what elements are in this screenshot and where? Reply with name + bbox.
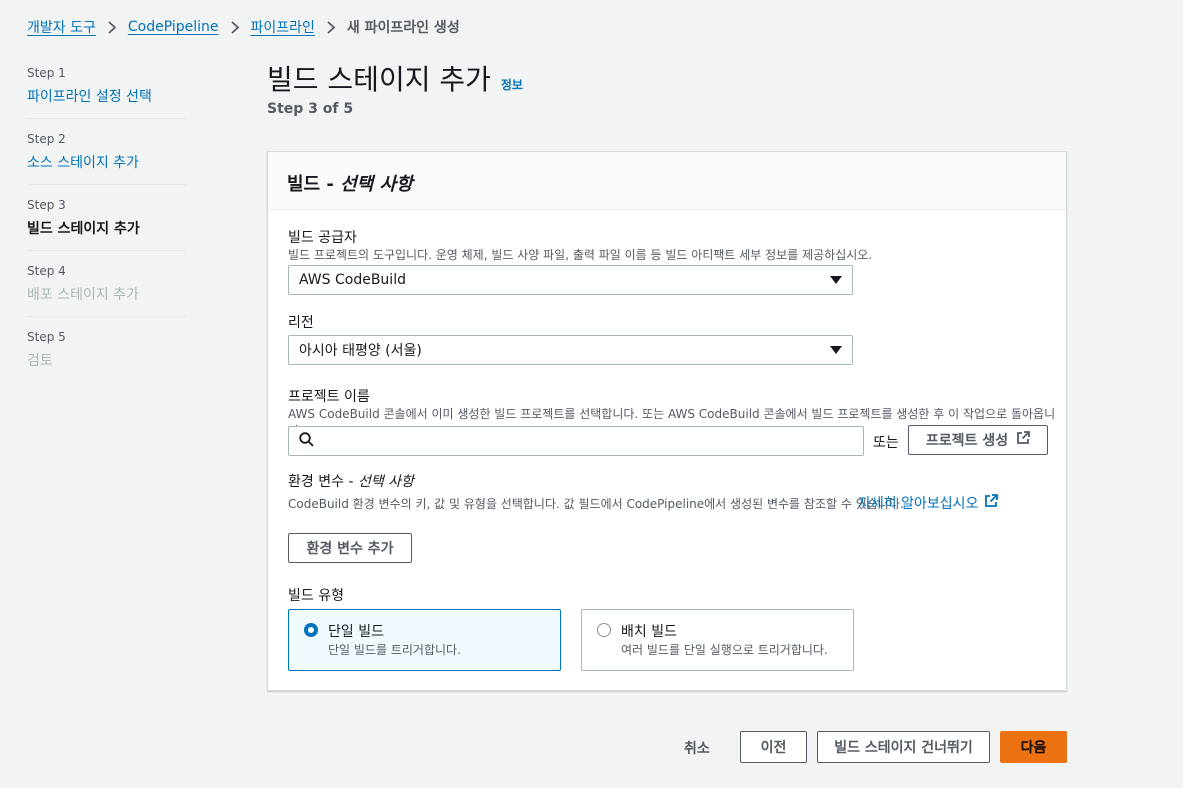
chevron-right-icon [315, 20, 347, 34]
search-icon [299, 431, 314, 451]
radio-unselected[interactable] [597, 623, 611, 637]
panel-title-optional: 선택 사항 [340, 174, 413, 195]
breadcrumb-pipelines[interactable]: 파이프라인 [251, 17, 315, 37]
cancel-button[interactable]: 취소 [684, 738, 710, 758]
panel-header: 빌드 - 선택 사항 [268, 152, 1066, 210]
skip-build-stage-button[interactable]: 빌드 스테이지 건너뛰기 [817, 731, 990, 763]
single-build-description: 단일 빌드를 트리거합니다. [328, 643, 461, 657]
panel-title: 빌드 - [287, 174, 341, 195]
previous-button[interactable]: 이전 [740, 731, 807, 763]
region-value: 아시아 태평양 (서울) [299, 343, 422, 359]
create-project-label: 프로젝트 생성 [925, 433, 1009, 449]
step-label-review: 검토 [27, 353, 53, 369]
radio-selected[interactable] [304, 623, 318, 637]
wizard-step-3: Step 3 빌드 스테이지 추가 [27, 198, 186, 251]
single-build-title: 단일 빌드 [328, 624, 384, 640]
project-name-label: 프로젝트 이름 [288, 389, 370, 405]
batch-build-description: 여러 빌드를 단일 실행으로 트리거합니다. [621, 643, 828, 657]
external-link-icon [1016, 431, 1030, 449]
step-number: Step 1 [27, 66, 66, 80]
learn-more-link[interactable]: 자세히 알아보십시오 [858, 493, 999, 513]
region-label: 리전 [288, 315, 314, 331]
chevron-right-icon [219, 20, 251, 34]
build-type-batch-tile[interactable]: 배치 빌드 여러 빌드를 단일 실행으로 트리거합니다. [581, 609, 854, 671]
build-provider-description: 빌드 프로젝트의 도구입니다. 운영 체제, 빌드 사양 파일, 출력 파일 이… [288, 248, 873, 262]
env-vars-description: CodeBuild 환경 변수의 키, 값 및 유형을 선택합니다. 값 필드에… [288, 497, 904, 511]
breadcrumb-codepipeline[interactable]: CodePipeline [128, 19, 219, 35]
wizard-steps: Step 1 파이프라인 설정 선택 Step 2 소스 스테이지 추가 Ste… [27, 66, 186, 395]
or-text: 또는 [873, 435, 899, 451]
step-number: Step 2 [27, 132, 66, 146]
external-link-icon [984, 494, 999, 512]
step-link-source-stage[interactable]: 소스 스테이지 추가 [27, 155, 139, 171]
breadcrumb: 개발자 도구 CodePipeline 파이프라인 새 파이프라인 생성 [27, 17, 460, 37]
step-number: Step 5 [27, 330, 66, 344]
step-label-build-stage: 빌드 스테이지 추가 [27, 221, 140, 237]
batch-build-title: 배치 빌드 [621, 624, 677, 640]
create-project-button[interactable]: 프로젝트 생성 [908, 425, 1048, 455]
env-vars-label-optional: 선택 사항 [357, 474, 414, 490]
caret-down-icon [830, 273, 842, 287]
info-link[interactable]: 정보 [501, 76, 523, 93]
step-number: Step 4 [27, 264, 66, 278]
page-header: 빌드 스테이지 추가 정보 [267, 58, 523, 98]
caret-down-icon [830, 343, 842, 357]
chevron-right-icon [96, 20, 128, 34]
wizard-step-1: Step 1 파이프라인 설정 선택 [27, 66, 186, 119]
wizard-step-2: Step 2 소스 스테이지 추가 [27, 132, 186, 185]
step-label-deploy-stage: 배포 스테이지 추가 [27, 287, 139, 303]
step-number: Step 3 [27, 198, 66, 212]
build-type-label: 빌드 유형 [288, 588, 344, 604]
step-link-pipeline-settings[interactable]: 파이프라인 설정 선택 [27, 89, 152, 105]
build-provider-label: 빌드 공급자 [288, 230, 357, 246]
breadcrumb-current: 새 파이프라인 생성 [346, 20, 460, 36]
env-vars-label-main: 환경 변수 - [288, 474, 358, 490]
build-type-single-tile[interactable]: 단일 빌드 단일 빌드를 트리거합니다. [288, 609, 561, 671]
learn-more-label: 자세히 알아보십시오 [858, 496, 979, 512]
next-button[interactable]: 다음 [1000, 731, 1067, 763]
env-vars-label: 환경 변수 - 선택 사항 [288, 471, 414, 491]
wizard-step-5: Step 5 검토 [27, 330, 186, 382]
region-select[interactable]: 아시아 태평양 (서울) [288, 335, 853, 365]
add-env-var-button[interactable]: 환경 변수 추가 [288, 533, 412, 563]
build-provider-value: AWS CodeBuild [299, 272, 406, 288]
project-search-input[interactable] [288, 426, 864, 456]
build-provider-select[interactable]: AWS CodeBuild [288, 265, 853, 295]
wizard-step-4: Step 4 배포 스테이지 추가 [27, 264, 186, 317]
page-title: 빌드 스테이지 추가 [267, 63, 491, 96]
build-panel: 빌드 - 선택 사항 빌드 공급자 빌드 프로젝트의 도구입니다. 운영 체제,… [267, 151, 1067, 691]
breadcrumb-developer-tools[interactable]: 개발자 도구 [27, 17, 96, 37]
step-indicator: Step 3 of 5 [267, 101, 354, 117]
